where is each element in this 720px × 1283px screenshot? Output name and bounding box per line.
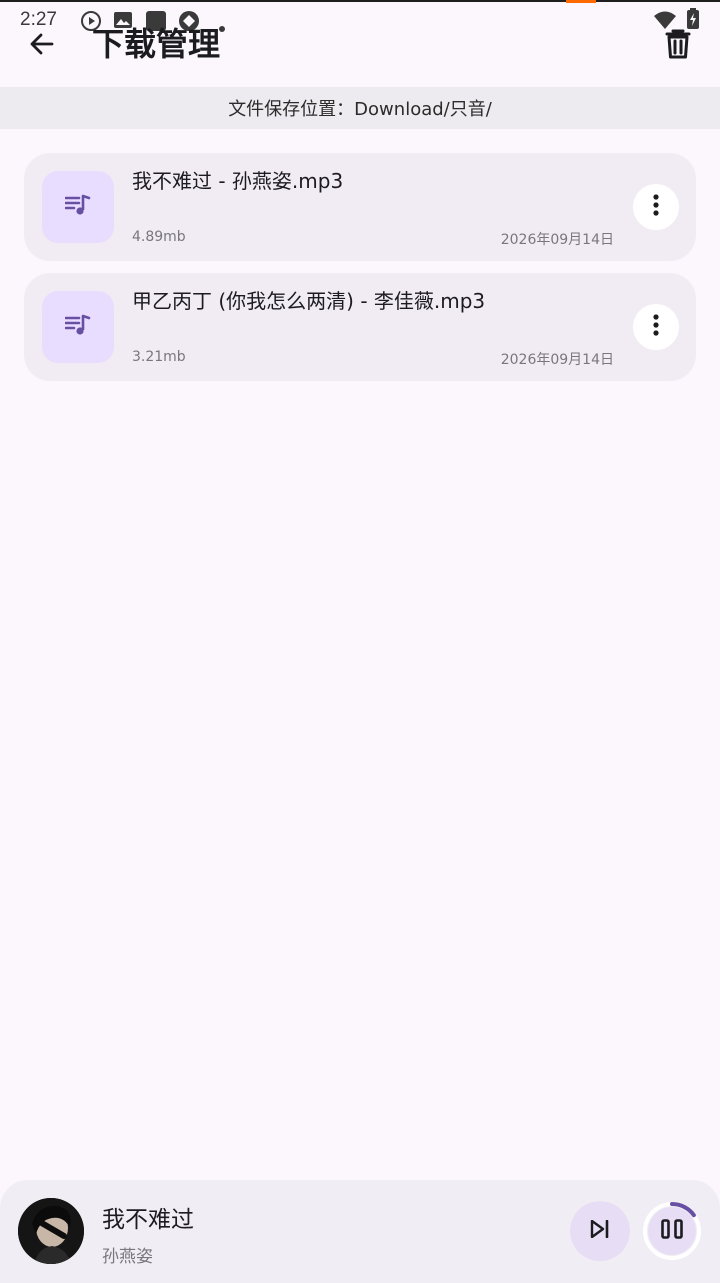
- save-location-text: 文件保存位置：Download/只音/: [228, 99, 492, 120]
- app-bar: 下载管理: [0, 20, 720, 84]
- track-thumbnail: [42, 291, 114, 363]
- track-thumbnail: [42, 171, 114, 243]
- back-button[interactable]: [18, 22, 66, 70]
- now-playing-title: 我不难过: [102, 1207, 194, 1233]
- playlist-music-icon: [64, 314, 91, 340]
- trash-icon: [665, 29, 691, 63]
- more-options-button[interactable]: [633, 184, 679, 230]
- mini-player[interactable]: 我不难过 孙燕姿: [0, 1180, 720, 1283]
- file-name: 我不难过 - 孙燕姿.mp3: [132, 169, 344, 193]
- play-pause-inner: [648, 1207, 696, 1255]
- download-item[interactable]: 我不难过 - 孙燕姿.mp3 4.89mb 2026年09月14日: [24, 153, 696, 261]
- file-size: 4.89mb: [132, 229, 186, 245]
- status-accent-line: [566, 0, 596, 3]
- playlist-music-icon: [64, 194, 91, 220]
- play-pause-button[interactable]: [642, 1201, 702, 1261]
- more-options-button[interactable]: [633, 304, 679, 350]
- now-playing-artist: 孙燕姿: [102, 1247, 153, 1267]
- download-date: 2026年09月14日: [500, 232, 614, 248]
- download-item[interactable]: 甲乙丙丁 (你我怎么两清) - 李佳薇.mp3 3.21mb 2026年09月1…: [24, 273, 696, 381]
- pause-icon: [661, 1219, 683, 1243]
- file-size: 3.21mb: [132, 349, 186, 365]
- file-name: 甲乙丙丁 (你我怎么两清) - 李佳薇.mp3: [132, 289, 486, 313]
- status-top-line: [0, 0, 720, 2]
- save-location-bar: 文件保存位置：Download/只音/: [0, 87, 720, 129]
- page-title: 下载管理: [92, 25, 221, 63]
- skip-next-icon: [590, 1219, 610, 1242]
- more-vertical-icon: [653, 314, 659, 340]
- delete-all-button[interactable]: [654, 22, 702, 70]
- more-vertical-icon: [653, 194, 659, 220]
- download-date: 2026年09月14日: [500, 352, 614, 368]
- album-cover: [18, 1198, 84, 1264]
- arrow-back-icon: [28, 30, 56, 62]
- skip-next-button[interactable]: [570, 1201, 630, 1261]
